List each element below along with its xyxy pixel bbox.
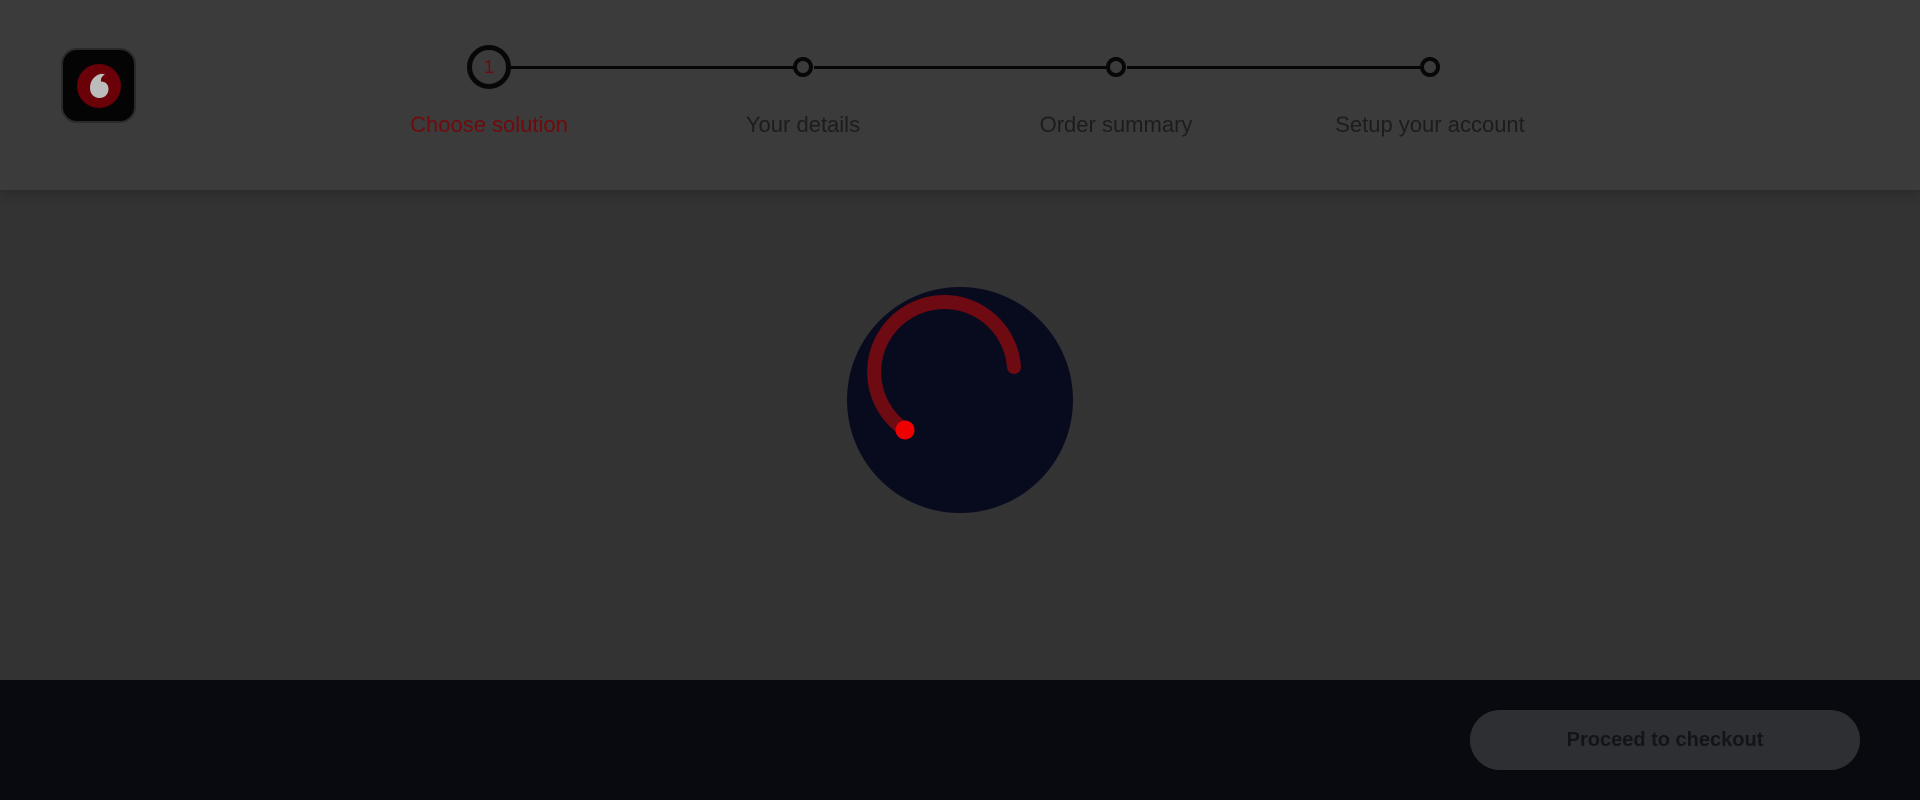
step-label-choose-solution: Choose solution xyxy=(410,112,568,137)
footer-bar: Proceed to checkout xyxy=(0,680,1920,800)
step-label-your-details: Your details xyxy=(745,112,861,137)
step-3-marker xyxy=(1106,57,1126,77)
header: 1 Choose solution Your details Order sum… xyxy=(0,0,1920,190)
stepper-line xyxy=(1127,66,1420,69)
step-label-setup-account: Setup your account xyxy=(1335,112,1525,137)
step-label-order-summary: Order summary xyxy=(1039,112,1193,137)
loading-spinner-icon xyxy=(847,287,1073,513)
step-1-marker: 1 xyxy=(467,45,511,89)
checkout-page: 1 Choose solution Your details Order sum… xyxy=(0,0,1920,800)
step-2-marker xyxy=(793,57,813,77)
vodafone-speechmark-icon xyxy=(76,63,121,108)
vodafone-logo[interactable] xyxy=(61,48,136,123)
loading-spinner xyxy=(847,287,1073,513)
stepper-line xyxy=(814,66,1107,69)
step-1-number: 1 xyxy=(483,56,494,77)
step-4-marker xyxy=(1420,57,1440,77)
proceed-to-checkout-button[interactable]: Proceed to checkout xyxy=(1470,710,1860,770)
stepper-line xyxy=(511,66,804,69)
